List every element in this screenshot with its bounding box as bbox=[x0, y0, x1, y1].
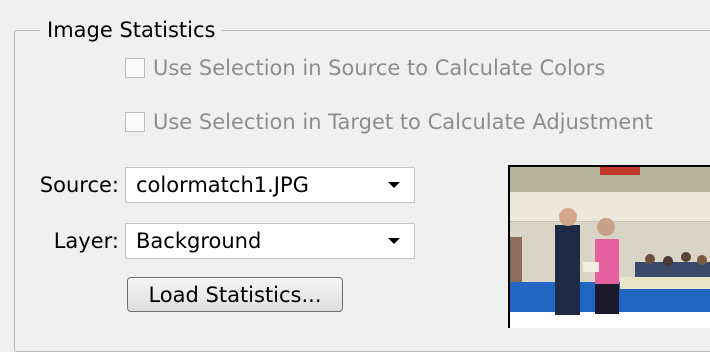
chevron-down-icon bbox=[388, 238, 400, 244]
layer-value: Background bbox=[136, 229, 262, 253]
use-selection-target-label: Use Selection in Target to Calculate Adj… bbox=[153, 110, 653, 134]
load-statistics-label: Load Statistics... bbox=[148, 282, 322, 307]
source-value: colormatch1.JPG bbox=[136, 173, 309, 197]
use-selection-source-checkbox[interactable] bbox=[125, 58, 145, 78]
group-title: Image Statistics bbox=[40, 15, 223, 45]
use-selection-source-label: Use Selection in Source to Calculate Col… bbox=[153, 56, 606, 80]
source-image-thumbnail bbox=[508, 165, 710, 328]
load-statistics-button[interactable]: Load Statistics... bbox=[127, 277, 343, 312]
chevron-down-icon bbox=[388, 182, 400, 188]
source-label: Source: bbox=[39, 173, 119, 197]
use-selection-target-option[interactable]: Use Selection in Target to Calculate Adj… bbox=[125, 106, 653, 138]
use-selection-source-option[interactable]: Use Selection in Source to Calculate Col… bbox=[125, 52, 605, 84]
layer-label: Layer: bbox=[53, 229, 119, 253]
layer-select[interactable]: Background bbox=[125, 223, 415, 259]
use-selection-target-checkbox[interactable] bbox=[125, 112, 145, 132]
thumbnail-photo bbox=[510, 167, 710, 328]
source-select[interactable]: colormatch1.JPG bbox=[125, 167, 415, 203]
